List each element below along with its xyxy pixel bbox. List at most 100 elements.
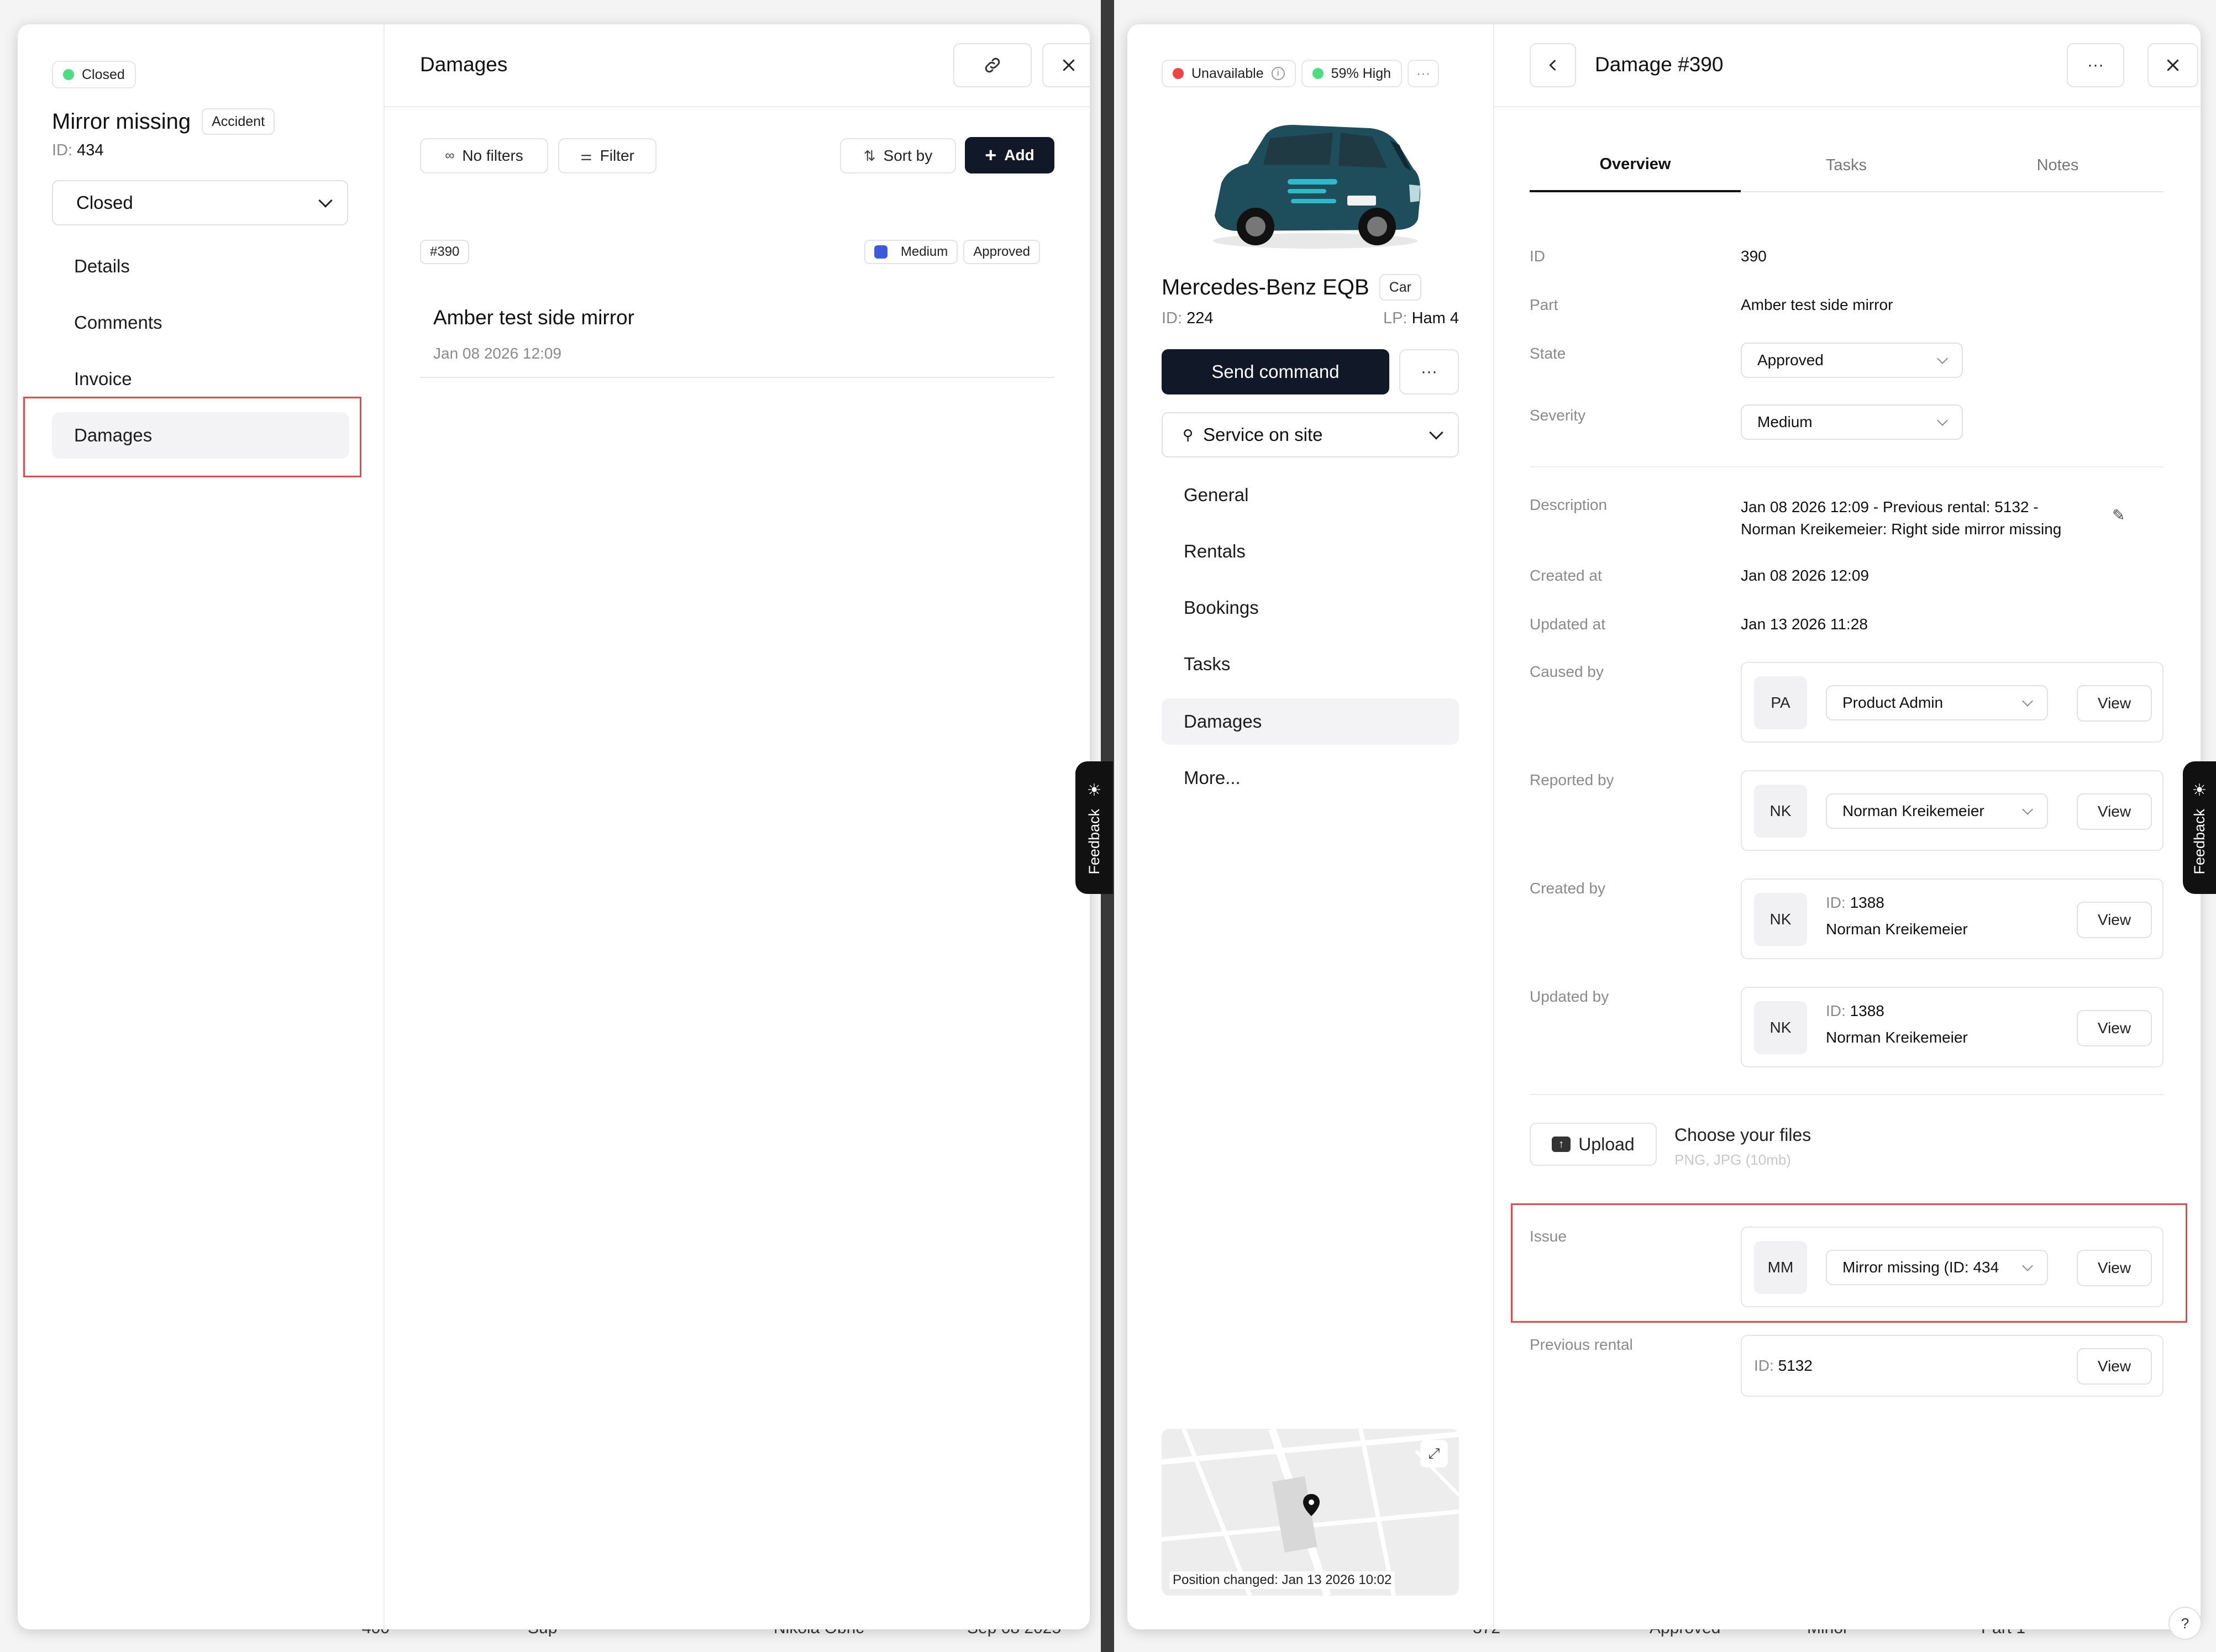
vehicle-license-plate: LP: Ham 4 [1383, 309, 1459, 328]
updated-by-view-button[interactable]: View [2077, 1010, 2152, 1046]
issue-title-row: Mirror missing Accident [52, 108, 275, 135]
no-filters-button[interactable]: ∞ No filters [420, 138, 548, 173]
id-label: ID: [1754, 1357, 1774, 1374]
add-label: Add [1004, 146, 1035, 164]
issue-status-select[interactable]: Closed [52, 180, 348, 225]
vehicle-lp-value: Ham 4 [1411, 309, 1459, 327]
tab-tasks[interactable]: Tasks [1741, 138, 1952, 192]
updated-by-id: ID: 1388 [1826, 1002, 1884, 1020]
field-value-created-at: Jan 08 2026 12:09 [1741, 567, 1869, 584]
state-badge: Approved [963, 240, 1040, 264]
vehicle-type-tag: Car [1379, 274, 1421, 301]
field-label-reported-by: Reported by [1530, 771, 1614, 788]
upload-button[interactable]: ↑ Upload [1530, 1123, 1657, 1166]
issue-sidebar: Closed Mirror missing Accident ID: 434 C… [18, 24, 385, 1629]
battery-badge: 59% High [1301, 60, 1403, 87]
nav-item-bookings[interactable]: Bookings [1162, 585, 1459, 631]
send-command-button[interactable]: Send command [1162, 349, 1389, 394]
damages-title: Damages [420, 53, 508, 76]
nav-item-more[interactable]: More... [1162, 755, 1459, 801]
caused-by-card: PA Product Admin View [1741, 662, 2164, 743]
vehicle-location-map[interactable]: ⤢ Position changed: Jan 13 2026 10:02 [1162, 1429, 1459, 1596]
no-filters-label: No filters [462, 147, 523, 164]
damage-detail-header: Damage #390 ··· [1494, 24, 2201, 107]
vehicle-more-button[interactable]: ··· [1399, 349, 1459, 394]
feedback-tab[interactable]: ☀ Feedback [2183, 761, 2216, 894]
nav-item-comments[interactable]: Comments [52, 299, 349, 346]
nav-item-damages[interactable]: Damages [1162, 698, 1459, 745]
vehicle-name: Mercedes-Benz EQB [1162, 275, 1369, 299]
more-horizontal-icon: ··· [2087, 56, 2104, 74]
back-button[interactable] [1530, 43, 1576, 87]
nav-item-invoice[interactable]: Invoice [52, 356, 349, 402]
damage-number-tag: #390 [420, 240, 470, 264]
nav-item-rentals[interactable]: Rentals [1162, 528, 1459, 575]
avatar: NK [1754, 785, 1807, 838]
map-caption: Position changed: Jan 13 2026 10:02 [1169, 1571, 1395, 1589]
damage-list-item[interactable]: #390 Medium Approved Amber test side mir… [420, 218, 1054, 378]
caused-by-view-button[interactable]: View [2077, 685, 2152, 722]
created-by-name: Norman Kreikemeier [1826, 920, 1968, 938]
more-status-button[interactable]: ··· [1408, 60, 1440, 87]
id-value: 1388 [1850, 1002, 1884, 1019]
info-icon[interactable]: i [1271, 67, 1285, 80]
vehicle-id-value: 224 [1186, 309, 1214, 327]
close-button[interactable] [1042, 43, 1090, 87]
copy-link-button[interactable] [953, 43, 1032, 87]
reported-by-value: Norman Kreikemeier [1842, 802, 1984, 819]
nav-item-general[interactable]: General [1162, 472, 1459, 518]
damage-item-date: Jan 08 2026 12:09 [433, 345, 561, 362]
nav-item-tasks[interactable]: Tasks [1162, 641, 1459, 687]
vehicle-title-row: Mercedes-Benz EQB Car [1162, 274, 1421, 301]
tab-overview[interactable]: Overview [1530, 138, 1741, 192]
severity-select[interactable]: Medium [1741, 404, 1963, 440]
nav-item-label: Tasks [1184, 654, 1231, 674]
updated-by-name: Norman Kreikemeier [1826, 1029, 1968, 1046]
field-value-description: Jan 08 2026 12:09 - Previous rental: 513… [1741, 496, 2061, 540]
availability-label: Unavailable [1191, 65, 1264, 81]
previous-rental-view-button[interactable]: View [2077, 1348, 2152, 1385]
nav-item-details[interactable]: Details [52, 243, 349, 290]
nav-item-label: More... [1184, 767, 1241, 788]
chevron-down-icon [2022, 696, 2033, 707]
vehicle-id-label: ID: [1162, 309, 1183, 327]
detail-more-button[interactable]: ··· [2067, 43, 2124, 87]
edit-pencil-icon[interactable]: ✎ [2112, 506, 2125, 524]
availability-badge: Unavailable i [1162, 60, 1296, 87]
created-by-view-button[interactable]: View [2077, 902, 2152, 938]
help-button[interactable]: ? [2168, 1607, 2202, 1640]
severity-icon [874, 245, 888, 259]
issue-panel: Closed Mirror missing Accident ID: 434 C… [18, 24, 1090, 1629]
reported-by-view-button[interactable]: View [2077, 793, 2152, 830]
damage-badges: Medium Approved [864, 240, 1040, 264]
description-line: Jan 08 2026 12:09 - Previous rental: 513… [1741, 498, 2039, 515]
chevron-down-icon [1429, 425, 1443, 440]
damage-item-title: Amber test side mirror [433, 306, 634, 329]
nav-item-label: General [1184, 485, 1249, 505]
add-damage-button[interactable]: + Add [965, 137, 1054, 173]
sort-by-button[interactable]: ⇅ Sort by [840, 138, 956, 173]
service-select[interactable]: ⚲ Service on site [1162, 412, 1459, 457]
caused-by-select[interactable]: Product Admin [1826, 685, 2048, 720]
tab-notes[interactable]: Notes [1952, 138, 2164, 192]
filter-button[interactable]: ⚌ Filter [558, 138, 657, 173]
upload-icon: ↑ [1552, 1137, 1571, 1152]
detail-close-button[interactable] [2147, 43, 2198, 87]
expand-map-button[interactable]: ⤢ [1420, 1440, 1448, 1467]
state-select[interactable]: Approved [1741, 343, 1963, 378]
reported-by-select[interactable]: Norman Kreikemeier [1826, 793, 2048, 829]
issue-id-value: 434 [77, 141, 104, 159]
issue-type-tag: Accident [202, 108, 275, 135]
field-label-description: Description [1530, 496, 1608, 513]
nav-item-label: Bookings [1184, 597, 1259, 618]
chevron-down-icon [318, 193, 333, 208]
previous-rental-id: ID: 5132 [1754, 1357, 1813, 1375]
caused-by-value: Product Admin [1842, 694, 1944, 711]
choose-files-text: Choose your files [1674, 1125, 1811, 1145]
issue-id: ID: 434 [52, 141, 104, 160]
id-label: ID: [1826, 894, 1846, 911]
field-label-state: State [1530, 345, 1566, 362]
vehicle-status-row: Unavailable i 59% High ··· [1162, 60, 1440, 87]
detail-tabs: Overview Tasks Notes [1530, 138, 2164, 192]
feedback-tab[interactable]: ☀ Feedback [1075, 761, 1113, 894]
